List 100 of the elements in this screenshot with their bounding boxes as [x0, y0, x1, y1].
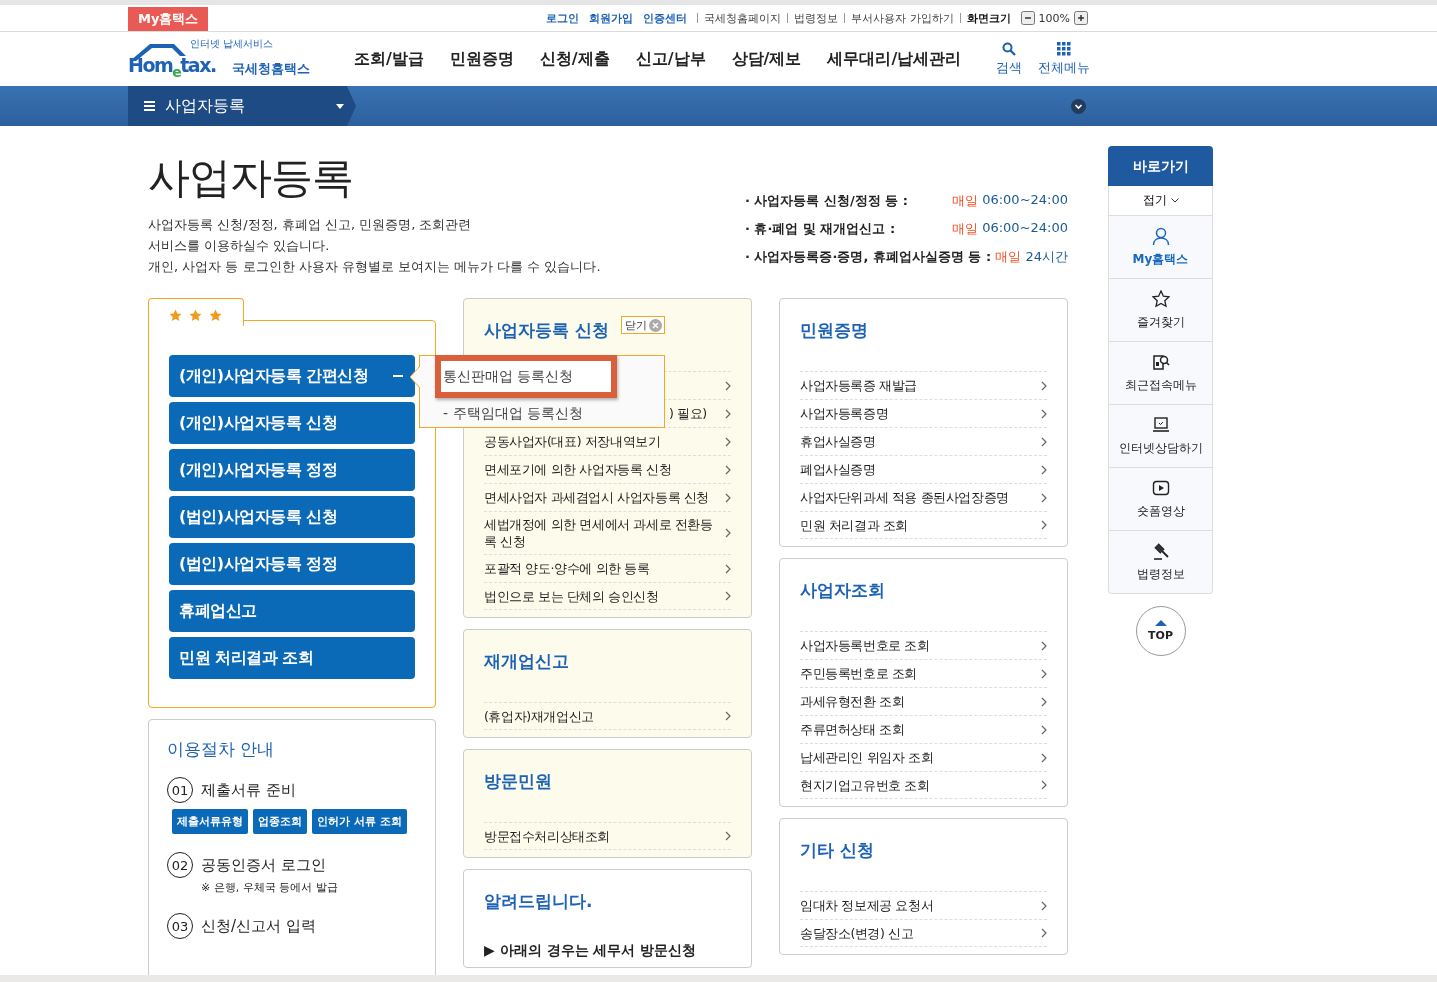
chevron-right-icon[interactable] — [725, 563, 731, 574]
quick-menu-button[interactable]: (개인)사업자등록 간편신청 — [169, 355, 415, 397]
chevron-right-icon[interactable] — [1041, 380, 1047, 391]
chevron-right-icon[interactable] — [725, 528, 731, 538]
section-dropdown[interactable]: 사업자등록 — [128, 86, 356, 126]
lookup-button[interactable]: 제출서류유형 — [172, 809, 248, 834]
expand-icon[interactable] — [1071, 98, 1086, 114]
chevron-right-icon[interactable] — [1041, 752, 1047, 763]
quick-menu-button[interactable]: 휴폐업신고 — [169, 590, 415, 632]
top-link[interactable]: 회원가입 — [589, 10, 634, 26]
logo-name[interactable]: 국세청홈택스 — [232, 60, 310, 78]
quick-menu-button[interactable]: (개인)사업자등록 정정 — [169, 449, 415, 491]
menu-link[interactable]: 휴업사실증명 — [800, 433, 876, 450]
quick-menu-button[interactable]: (개인)사업자등록 신청 — [169, 402, 415, 444]
chevron-right-icon[interactable] — [725, 464, 731, 475]
top-link[interactable]: 인증센터 — [643, 10, 688, 26]
menu-link[interactable]: 면세사업자 과세겸업시 사업자등록 신청 — [484, 489, 709, 506]
chevron-right-icon[interactable] — [1041, 436, 1047, 447]
logo-wordmark[interactable]: Hom$_{e}$tax. — [128, 54, 216, 80]
menu-link[interactable]: 납세관리인 위임자 조회 — [800, 749, 934, 766]
back-to-top-button[interactable]: TOP — [1135, 606, 1186, 656]
menu-link[interactable]: 세법개정에 의한 면세에서 과세로 전환등록 신청 — [484, 516, 719, 550]
quick-link[interactable]: My홈택스 — [1108, 216, 1213, 279]
lookup-button[interactable]: 업종조회 — [253, 809, 307, 834]
chevron-right-icon[interactable] — [725, 436, 731, 447]
menu-icon[interactable] — [144, 101, 155, 111]
menu-link[interactable]: 공동사업자(대표) 저장내역보기 — [484, 433, 661, 450]
chevron-right-icon[interactable] — [1041, 408, 1047, 419]
search-icon[interactable] — [1002, 41, 1016, 56]
chevron-right-icon[interactable] — [1041, 928, 1047, 938]
nav-menu-item[interactable]: 신청/제출 — [539, 48, 610, 70]
quick-menu-button[interactable]: (법인)사업자등록 신청 — [169, 496, 415, 538]
menu-link[interactable]: 사업자등록증명 — [800, 405, 889, 422]
quick-menu-button[interactable]: (법인)사업자등록 정정 — [169, 543, 415, 585]
person-icon[interactable] — [1151, 226, 1170, 245]
quick-link[interactable]: 최근접속메뉴 — [1108, 342, 1213, 405]
nav-menu-item[interactable]: 조회/발급 — [354, 48, 424, 70]
chevron-right-icon[interactable] — [725, 831, 731, 841]
submenu-item[interactable]: - 주택임대업 등록신청 — [435, 398, 664, 428]
menu-link[interactable]: 폐업사실증명 — [800, 461, 876, 478]
menu-link[interactable]: 사업자단위과세 적용 종된사업장증명 — [800, 489, 1009, 506]
menu-link[interactable]: 면세포기에 의한 사업자등록 신청 — [484, 461, 672, 478]
menu-link[interactable]: ) 필요) — [669, 405, 707, 422]
quick-link[interactable]: 법령정보 — [1108, 531, 1213, 594]
top-link[interactable]: 화면크기 — [966, 10, 1011, 26]
chevron-right-icon[interactable] — [725, 380, 731, 391]
menu-link[interactable]: 과세유형전환 조회 — [800, 693, 905, 710]
play-icon[interactable] — [1151, 478, 1170, 497]
quick-link[interactable]: 인터넷상담하기 — [1108, 405, 1213, 468]
chevron-right-icon[interactable] — [1041, 492, 1047, 503]
chevron-right-icon[interactable] — [725, 408, 731, 419]
menu-link[interactable]: 송달장소(변경) 신고 — [800, 924, 914, 942]
menu-link[interactable]: (휴업자)재개업신고 — [484, 707, 594, 725]
top-link[interactable]: 법령정보 — [794, 10, 839, 26]
nav-menu-item[interactable]: 상담/제보 — [731, 48, 802, 70]
chevron-down-icon[interactable] — [1170, 198, 1179, 203]
header-tool-link[interactable]: 전체메뉴 — [1038, 58, 1090, 77]
chevron-right-icon[interactable] — [1041, 696, 1047, 707]
close-button[interactable]: 닫기 — [621, 316, 665, 334]
quick-link[interactable]: 숏폼영상 — [1108, 468, 1213, 531]
menu-link[interactable]: 현지기업고유번호 조회 — [800, 776, 930, 794]
chevron-right-icon[interactable] — [1041, 520, 1047, 530]
menu-link[interactable]: 임대차 정보제공 요청서 — [800, 897, 934, 914]
quick-menu-button[interactable]: 민원 처리결과 조회 — [169, 637, 415, 679]
chevron-right-icon[interactable] — [1041, 900, 1047, 911]
nav-menu-item[interactable]: 민원증명 — [449, 48, 514, 70]
quick-link[interactable]: 즐겨찾기 — [1108, 279, 1213, 342]
submenu-item[interactable]: 통신판매업 등록신청 — [435, 355, 617, 398]
menu-link[interactable]: 포괄적 양도·양수에 의한 등록 — [484, 560, 650, 577]
zoom-out-icon[interactable] — [1020, 11, 1035, 25]
zoom-in-icon[interactable] — [1074, 11, 1088, 25]
menu-link[interactable]: 주민등록번호로 조회 — [800, 665, 917, 682]
chevron-right-icon[interactable] — [725, 711, 731, 721]
menu-link[interactable]: 방문접수처리상태조회 — [484, 827, 610, 845]
nav-menu-item[interactable]: 세무대리/납세관리 — [827, 48, 962, 70]
menu-link[interactable]: 주류면허상태 조회 — [800, 721, 905, 738]
grid-menu-icon[interactable] — [1057, 41, 1071, 56]
menu-link[interactable]: 사업자등록번호로 조회 — [800, 637, 930, 654]
chevron-right-icon[interactable] — [725, 492, 731, 503]
menu-link[interactable]: 사업자등록증 재발급 — [800, 377, 917, 394]
top-link[interactable]: 로그인 — [546, 10, 580, 26]
header-tool-link[interactable]: 검색 — [996, 58, 1022, 77]
nav-menu-item[interactable]: 신고/납부 — [635, 48, 706, 70]
lookup-button[interactable]: 인허가 서류 조회 — [312, 809, 407, 834]
chevron-right-icon[interactable] — [1041, 640, 1047, 651]
chevron-right-icon[interactable] — [725, 591, 731, 601]
laptop-icon[interactable] — [1151, 415, 1170, 434]
top-link[interactable]: 부서사용자 가입하기 — [851, 10, 954, 26]
gavel-icon[interactable] — [1151, 541, 1170, 560]
document-search-icon[interactable] — [1151, 352, 1170, 371]
chevron-right-icon[interactable] — [1041, 464, 1047, 475]
chevron-right-icon[interactable] — [1041, 668, 1047, 679]
chevron-right-icon[interactable] — [1041, 780, 1047, 790]
fold-button[interactable]: 접기 — [1108, 186, 1213, 216]
caret-up-icon[interactable] — [1154, 620, 1167, 626]
menu-link[interactable]: 민원 처리결과 조회 — [800, 516, 908, 534]
chevron-right-icon[interactable] — [1041, 724, 1047, 735]
star-outline-icon[interactable] — [1151, 289, 1170, 308]
top-link[interactable]: 국세청홈페이지 — [704, 10, 782, 26]
menu-link[interactable]: 법인으로 보는 단체의 승인신청 — [484, 587, 659, 605]
